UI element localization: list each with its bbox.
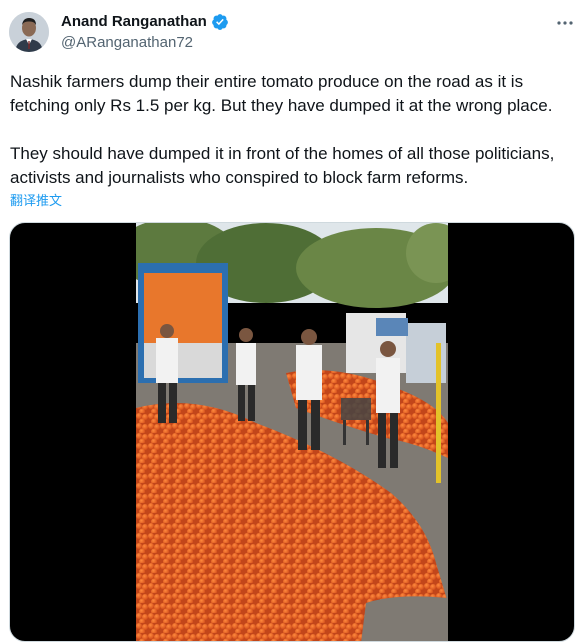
author-avatar[interactable] — [9, 12, 49, 52]
verified-badge-icon — [211, 13, 229, 31]
author-name-row: Anand Ranganathan — [61, 12, 229, 32]
tweet-paragraph-1: Nashik farmers dump their entire tomato … — [10, 72, 553, 115]
tweet-card: Anand Ranganathan @ARanganathan72 Nashik… — [0, 0, 587, 642]
tweet-text: Nashik farmers dump their entire tomato … — [10, 70, 582, 190]
avatar-photo — [9, 12, 49, 52]
author-display-name[interactable]: Anand Ranganathan — [61, 12, 207, 32]
tweet-paragraph-2: They should have dumped it in front of t… — [10, 144, 555, 187]
tweet-media-video[interactable] — [9, 222, 575, 642]
author-handle[interactable]: @ARanganathan72 — [61, 33, 193, 53]
video-frame — [136, 223, 448, 641]
translate-tweet-link[interactable]: 翻译推文 — [10, 192, 62, 210]
more-options-icon[interactable] — [554, 14, 576, 32]
video-thumbnail-image — [136, 223, 448, 641]
